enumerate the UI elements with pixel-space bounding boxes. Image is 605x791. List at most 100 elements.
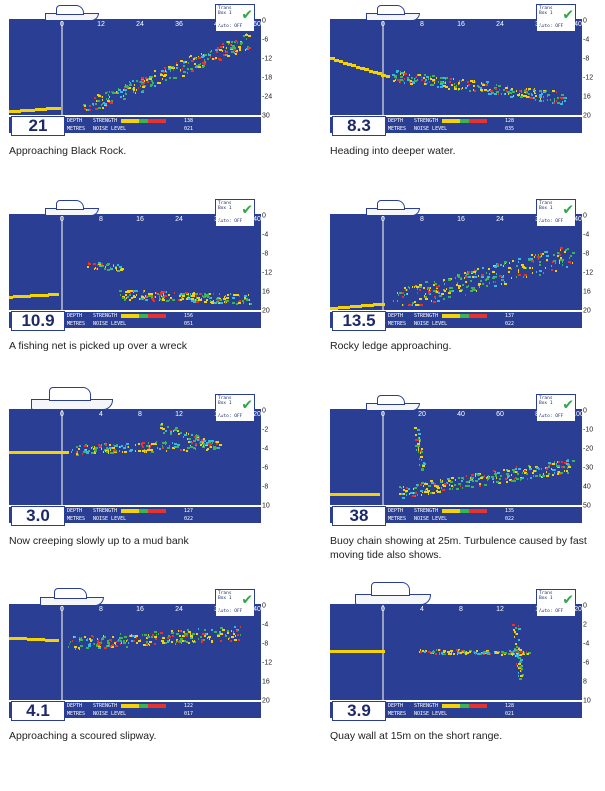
strength-scale-segment [130,704,139,708]
sonar-echo [546,258,549,261]
sonar-echo [93,635,95,638]
sonar-echo [534,256,536,259]
sonar-echo [438,291,441,294]
sonar-echo [193,440,196,443]
noise-level-value: 022 [183,516,193,522]
sonar-echo [199,636,202,639]
sonar-echo [565,265,568,268]
sonar-echo [214,631,218,634]
sonar-echo [139,81,141,84]
sonar-echo [455,488,459,491]
sonar-echo [112,264,114,267]
x-tick-label: 24 [496,216,504,223]
y-tick-label: -8 [583,55,590,63]
sonar-echo [93,451,96,454]
strength-scale-segment [478,119,487,123]
x-tick-label: 0 [60,606,64,613]
sonar-echo [487,276,490,279]
sonar-echo [232,631,234,634]
sonar-echo [568,248,570,251]
sonar-echo [158,448,161,451]
sonar-echo [107,639,110,642]
sonar-echo [571,251,575,254]
sonar-echo [493,93,497,96]
sonar-echo [206,57,209,60]
sonar-echo [491,477,494,480]
x-tick-label: 24 [136,21,144,28]
sonar-echo [529,96,533,99]
sonar-echo [196,632,199,635]
sonar-echo [531,472,534,475]
sonar-echo [84,445,88,448]
sonar-echo [102,102,105,105]
sonar-echo [520,264,524,267]
sonar-echo [122,97,126,100]
sonar-echo [126,85,129,88]
sonar-echo [75,647,77,650]
sonar-echo [497,263,500,266]
sonar-echo [396,299,398,302]
noise-level-label: NOISE LEVEL [414,711,448,717]
sonar-echo [472,84,475,87]
sonar-echo [104,265,106,268]
sonar-echo [561,100,563,103]
sonar-echo [440,83,444,86]
y-tick-label: -20 [583,445,594,453]
sonar-echo [414,433,417,436]
sonar-echo [546,98,548,101]
strength-scale-segment [469,119,478,123]
sonar-echo [530,476,532,479]
auto-off-label: Auto: OFF [218,609,243,614]
sonar-echo [489,282,491,285]
sonar-echo [455,478,457,481]
sonar-echo [78,447,81,450]
panel-caption: Now creeping slowly up to a mud bank [9,535,189,547]
sonar-echo [505,86,509,89]
sonar-echo [476,650,479,653]
sonar-echo [394,79,396,82]
seabed-trace [381,302,386,306]
transducer-line [61,214,63,310]
transducer-line [382,214,384,310]
seabed-trace [55,292,60,296]
sonar-echo [447,652,451,655]
sonar-echo [508,92,512,95]
sonar-echo [415,76,417,79]
sonar-echo [491,276,495,279]
sonar-echo [523,89,526,92]
sonar-echo [393,76,396,79]
sonar-echo [500,653,503,656]
sonar-echo [409,493,411,496]
panel-caption: Heading into deeper water. [330,145,456,157]
strength-scale-segment [121,509,130,513]
sonar-echo [212,440,215,443]
strength-label: STRENGTH [93,118,118,124]
sonar-echo [533,469,535,472]
sonar-echo [118,449,120,452]
sonar-echo [191,69,195,72]
sonar-echo [406,77,409,79]
sonar-echo [506,480,509,483]
sonar-echo [194,435,197,438]
sonar-echo [562,260,564,263]
sonar-echo [237,302,241,305]
sonar-echo [187,68,190,71]
sonar-echo [444,77,446,80]
sonar-echo [154,84,157,87]
sonar-echo [399,81,401,84]
x-tick-label: 40 [457,411,465,418]
sonar-echo [414,491,417,494]
sonar-echo [218,293,220,296]
depth-readout: 8.3 [332,116,386,136]
sonar-echo [482,266,485,269]
metres-label: METRES [67,126,86,132]
sonar-echo [194,292,198,295]
sonar-echo [560,248,562,251]
sonar-echo [479,653,482,656]
sonar-echo [162,290,166,293]
sonar-echo [229,293,231,296]
sonar-echo [198,637,200,640]
sonar-echo [455,283,458,286]
sonar-echo [521,477,524,480]
sonar-echo [425,293,427,296]
